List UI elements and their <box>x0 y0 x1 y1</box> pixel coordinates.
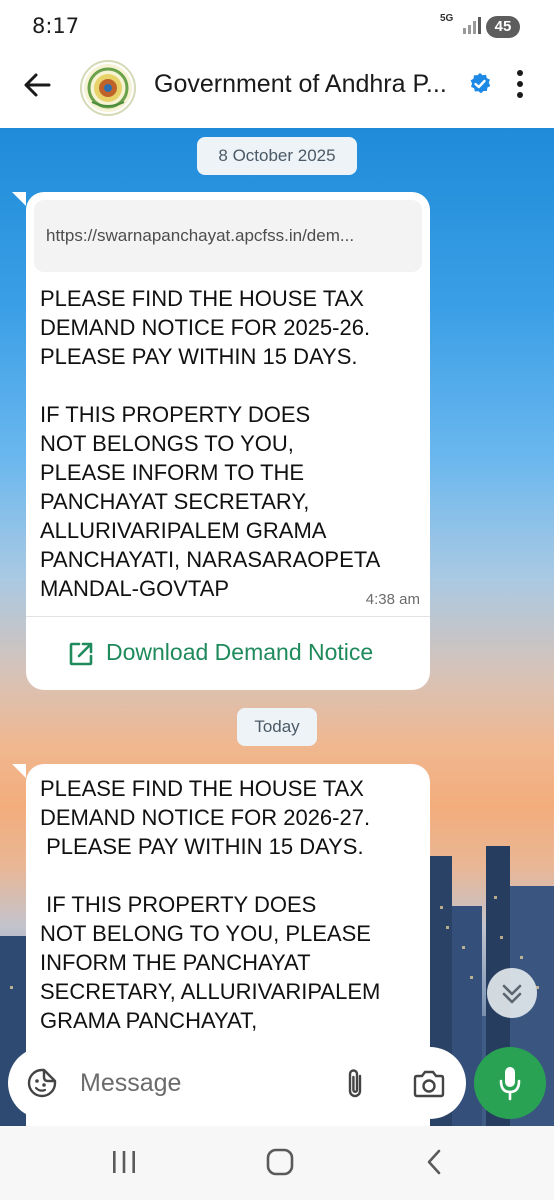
paperclip-icon[interactable] <box>342 1067 368 1101</box>
message-bubble[interactable]: https://swarnapanchayat.apcfss.in/dem...… <box>26 192 430 690</box>
signal-icon <box>463 17 481 34</box>
government-emblem-logo[interactable] <box>80 60 136 116</box>
message-text: PLEASE FIND THE HOUSE TAX DEMAND NOTICE … <box>40 776 381 1033</box>
home-icon[interactable] <box>266 1148 294 1176</box>
recents-icon[interactable] <box>110 1148 138 1176</box>
more-vertical-icon[interactable] <box>510 68 530 100</box>
sticker-icon[interactable] <box>26 1067 58 1099</box>
mic-icon <box>499 1067 521 1101</box>
date-chip: Today <box>237 708 317 746</box>
status-bar: 8:17 5G 45 <box>0 0 554 56</box>
message-text: PLEASE FIND THE HOUSE TAX DEMAND NOTICE … <box>40 286 381 601</box>
scroll-to-bottom-button[interactable] <box>487 968 537 1018</box>
back-chevron-icon[interactable] <box>424 1148 444 1176</box>
link-preview[interactable]: https://swarnapanchayat.apcfss.in/dem... <box>34 200 422 272</box>
battery-indicator: 45 <box>486 16 520 38</box>
chevrons-down-icon <box>502 984 522 1004</box>
date-chip: 8 October 2025 <box>197 137 357 175</box>
link-url[interactable]: https://swarnapanchayat.apcfss.in/dem... <box>46 226 412 246</box>
message-time: 4:38 am <box>365 591 420 608</box>
message-input[interactable] <box>80 1061 320 1105</box>
chat-title[interactable]: Government of Andhra P... <box>154 70 454 99</box>
bubble-tail <box>12 192 26 206</box>
voice-record-button[interactable] <box>474 1047 546 1119</box>
chat-background[interactable]: 8 October 2025 https://swarnapanchayat.a… <box>0 128 554 1126</box>
bubble-tail <box>12 764 26 778</box>
download-demand-notice-button[interactable]: Download Demand Notice <box>26 617 430 689</box>
verified-badge-icon <box>470 73 491 94</box>
arrow-left-icon[interactable] <box>22 70 52 100</box>
download-demand-notice-label: Download Demand Notice <box>106 639 374 665</box>
system-navigation-bar <box>0 1126 554 1200</box>
message-composer <box>8 1047 466 1119</box>
status-time: 8:17 <box>32 14 80 38</box>
network-indicator: 5G <box>440 13 454 24</box>
chat-header: Government of Andhra P... <box>0 56 554 128</box>
external-link-icon <box>69 642 93 666</box>
camera-icon[interactable] <box>412 1069 446 1099</box>
